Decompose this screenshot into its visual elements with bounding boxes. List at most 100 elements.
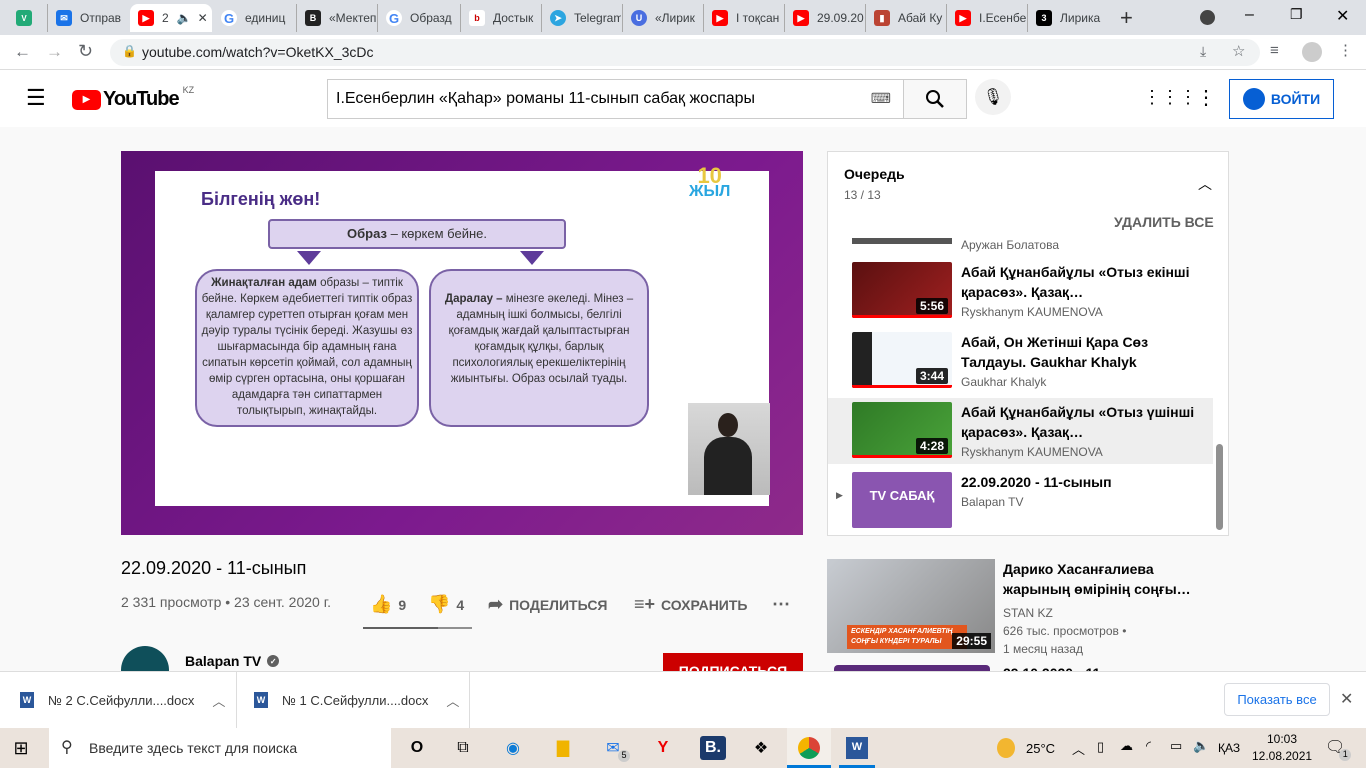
tab-app[interactable]: V — [8, 4, 46, 32]
onedrive-icon[interactable]: ☁ — [1120, 738, 1133, 754]
tab-mail[interactable]: ✉ Отправ — [47, 4, 129, 32]
close-download-bar-icon[interactable]: ✕ — [1340, 689, 1353, 709]
media-queue-icon[interactable]: ≡ — [1270, 42, 1279, 59]
slide: Білгенің жөн! 10 ЖЫЛ Образ – көркем бейне… — [155, 163, 769, 506]
profile-avatar[interactable] — [1302, 42, 1322, 62]
tab-mektep[interactable]: B «Мектеп — [296, 4, 376, 32]
keyboard-icon[interactable]: ⌨ — [871, 90, 891, 107]
dropbox-icon[interactable]: ❖ — [748, 736, 774, 760]
tray-chevron-icon[interactable]: ︿ — [1072, 739, 1085, 758]
app-icon: V — [16, 10, 32, 26]
queue-item-current[interactable]: ▶ TV САБАҚ 22.09.2020 - 11-сынып Balapan … — [828, 468, 1213, 528]
tab-google-2[interactable]: G Образд — [377, 4, 459, 32]
telegram-icon: ➤ — [550, 10, 566, 26]
tab-telegram[interactable]: ➤ Telegram — [541, 4, 621, 32]
settings-more-icon[interactable]: ⋮ — [1196, 85, 1216, 110]
share-button[interactable]: ➦ ПОДЕЛИТЬСЯ — [488, 594, 608, 615]
video-player[interactable]: Білгенің жөн! 10 ЖЫЛ Образ – көркем бейне… — [121, 151, 803, 535]
yandex-icon[interactable]: Y — [650, 736, 676, 760]
chevron-up-icon[interactable]: ︿ — [212, 691, 225, 710]
volume-icon[interactable]: 🔈 — [1193, 738, 1209, 754]
meet-icon[interactable]: ▯ — [1097, 739, 1104, 755]
slide-heading: Білгенің жөн! — [201, 189, 321, 209]
tab-youtube-5[interactable]: ▶ I.Есенбе — [946, 4, 1026, 32]
audio-icon: 🔈 — [176, 11, 192, 25]
video-thumbnail: 3:44 — [852, 332, 952, 388]
queue-item[interactable]: 5:56 Абай Құнанбайұлы «Отыз екінші қарас… — [828, 258, 1213, 324]
tab-lirika[interactable]: 3 Лирика — [1027, 4, 1107, 32]
close-window-button[interactable]: ✕ — [1336, 6, 1349, 26]
tab-abai[interactable]: ▮ Абай Ку — [865, 4, 945, 32]
obraz-box: Образ – көркем бейне. — [268, 219, 566, 249]
youtube-header: ☰ ▶ YouTube KZ І.Есенберлин «Қаһар» рома… — [0, 70, 1366, 127]
video-thumbnail: 5:56 — [852, 262, 952, 318]
search-input[interactable]: І.Есенберлин «Қаһар» романы 11-сынып саб… — [327, 79, 904, 119]
10-years-logo: 10 ЖЫЛ — [689, 163, 731, 200]
youtube-logo[interactable]: ▶ YouTube KZ — [72, 85, 194, 111]
queue-list: Аружан Болатова 5:56 Абай Құнанбайұлы «О… — [828, 238, 1228, 528]
tab-google[interactable]: Gединиц — [213, 4, 295, 32]
like-button[interactable]: 👍 9 — [370, 594, 406, 615]
forward-button[interactable]: → — [46, 42, 63, 62]
minimize-button[interactable]: – — [1245, 6, 1254, 24]
tab-youtube-4[interactable]: ▶ 29.09.20 — [784, 4, 864, 32]
show-all-button[interactable]: Показать все — [1224, 683, 1330, 716]
voice-search-button[interactable]: 🎙 — [975, 79, 1011, 115]
battery-icon[interactable]: ▭ — [1170, 738, 1182, 754]
taskbar-search[interactable]: ⚲ Введите здесь текст для поиска — [49, 728, 391, 768]
mail-app-icon[interactable]: ✉ 5 — [600, 736, 630, 762]
download-item[interactable]: W № 1 С.Сейфулли....docx ︿ — [254, 672, 470, 728]
queue-item[interactable]: 3:44 Абай, Он Жетінші Қара Сөз Талдауы. … — [828, 328, 1213, 394]
apps-grid-icon[interactable]: ⋮⋮⋮ — [1143, 87, 1197, 108]
notifications-icon[interactable]: 🗨 1 — [1325, 737, 1352, 761]
tab-youtube-active[interactable]: ▶ 2 🔈 ✕ — [130, 4, 212, 32]
chevron-up-icon[interactable]: ︿ — [446, 691, 459, 710]
youtube-icon: ▶ — [712, 10, 728, 26]
youtube-icon: ▶ — [138, 10, 154, 26]
queue-scrollbar[interactable] — [1216, 444, 1223, 530]
install-icon[interactable]: ⤓ — [1200, 43, 1206, 60]
related-thumbnail[interactable]: ЕСКЕНДІР ХАСАНҒАЛИЕВТІҢ СОҢҒЫ КҮНДЕРІ ТУ… — [827, 559, 995, 653]
wifi-icon[interactable]: ◜ — [1146, 738, 1151, 754]
channel-name[interactable]: Balapan TV ✓ — [185, 653, 280, 669]
partial-channel: Аружан Болатова — [961, 238, 1059, 252]
url-field[interactable]: 🔒 youtube.com/watch?v=OketKX_3cDc — [110, 39, 1260, 66]
close-tab-icon[interactable]: ✕ — [198, 11, 208, 25]
tab-lirik[interactable]: U «Лирик — [622, 4, 702, 32]
clock[interactable]: 10:03 12.08.2021 — [1252, 731, 1312, 765]
restore-button[interactable]: ❐ — [1290, 6, 1303, 23]
bookmark-star-icon[interactable]: ☆ — [1232, 42, 1245, 60]
download-item[interactable]: W № 2 С.Сейфулли....docx ︿ — [20, 672, 237, 728]
language-indicator[interactable]: ҚАЗ — [1218, 741, 1240, 755]
related-title[interactable]: Дарико Хасанғалиева жарының өмірінің соң… — [1003, 559, 1203, 599]
task-view-icon[interactable]: ⧉ — [450, 736, 476, 760]
queue-panel: Очередь 13 / 13 ︿ УДАЛИТЬ ВСЕ Аружан Бол… — [827, 151, 1229, 536]
windows-start-icon[interactable]: ⊞ — [8, 736, 34, 760]
back-button[interactable]: ← — [14, 42, 31, 62]
tab-dostyk[interactable]: b Достык — [460, 4, 540, 32]
youtube-play-icon: ▶ — [72, 89, 101, 110]
dislike-button[interactable]: 👎 4 — [428, 594, 464, 615]
temperature[interactable]: 25°C — [1026, 741, 1055, 756]
tab-search-button[interactable] — [1200, 10, 1215, 25]
word-taskbar-button[interactable]: W — [839, 728, 875, 768]
reload-button[interactable]: ↻ — [78, 41, 93, 62]
file-explorer-icon[interactable]: ▇ — [550, 736, 576, 760]
clear-queue-button[interactable]: УДАЛИТЬ ВСЕ — [1114, 214, 1214, 230]
search-button[interactable] — [903, 79, 967, 119]
more-actions-icon[interactable]: ⋯ — [772, 594, 790, 615]
tab-youtube-3[interactable]: ▶ I тоқсан — [703, 4, 783, 32]
login-button[interactable]: ВОЙТИ — [1229, 79, 1334, 119]
new-tab-button[interactable]: + — [1120, 5, 1133, 31]
hamburger-menu-icon[interactable]: ☰ — [26, 85, 46, 111]
browser-menu-icon[interactable]: ⋮ — [1338, 41, 1353, 59]
playlist-add-icon: ≡+ — [634, 594, 656, 614]
edge-icon[interactable]: ◉ — [500, 736, 526, 760]
save-button[interactable]: ≡+ СОХРАНИТЬ — [634, 594, 747, 615]
chrome-taskbar-button[interactable] — [787, 728, 831, 768]
cortana-icon[interactable]: O — [404, 736, 430, 760]
queue-item[interactable]: 4:28 Абай Құнанбайұлы «Отыз үшінші қарас… — [828, 398, 1213, 464]
weather-sun-icon — [997, 738, 1015, 758]
booking-icon[interactable]: B. — [700, 736, 726, 760]
collapse-chevron-icon[interactable]: ︿ — [1198, 174, 1212, 194]
